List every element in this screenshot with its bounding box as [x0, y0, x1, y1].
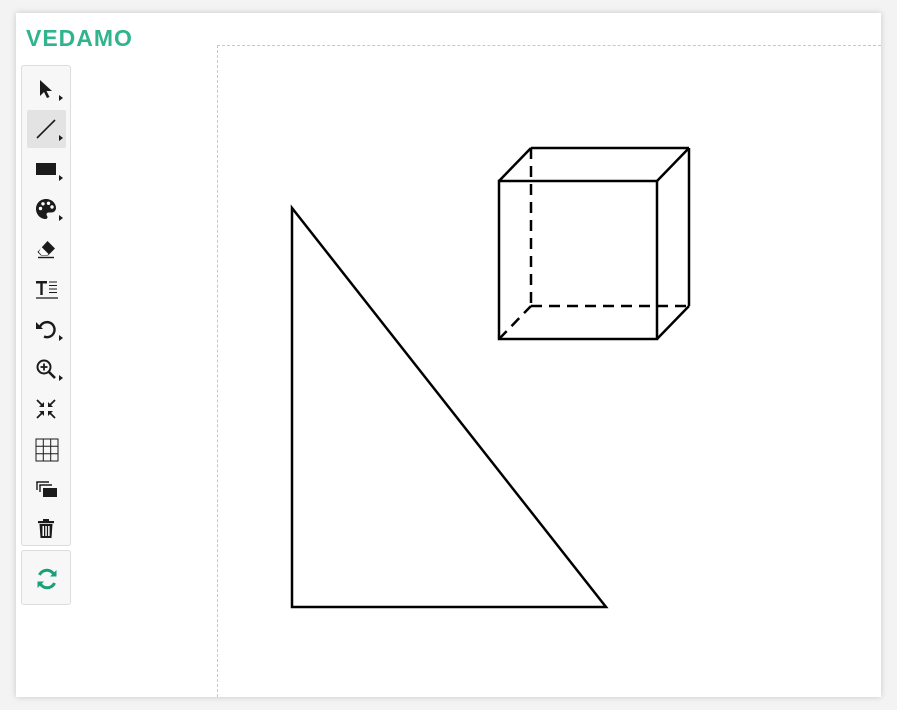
eraser-icon [37, 241, 55, 259]
submenu-caret-icon [59, 335, 63, 341]
undo-tool-button[interactable] [27, 310, 66, 348]
vedamo-logo: VEDAMO [26, 25, 133, 51]
sync-button[interactable] [27, 559, 66, 597]
undo-icon [36, 320, 56, 339]
grid-tool-button[interactable] [27, 430, 66, 468]
grid-icon [35, 438, 59, 462]
submenu-caret-icon [59, 215, 63, 221]
layers-tool-button[interactable] [27, 470, 66, 508]
submenu-caret-icon [59, 135, 63, 141]
eraser-tool-button[interactable] [27, 230, 66, 268]
pointer-tool-button[interactable] [27, 70, 66, 108]
color-tool-button[interactable] [27, 190, 66, 228]
whiteboard-app: VEDAMO [16, 13, 881, 697]
fit-screen-tool-button[interactable] [27, 390, 66, 428]
submenu-caret-icon [59, 375, 63, 381]
text-icon [36, 281, 58, 299]
layers-icon [36, 481, 57, 497]
rectangle-icon [36, 163, 56, 175]
trash-icon [38, 519, 54, 538]
line-tool-button[interactable] [27, 110, 66, 148]
text-tool-button[interactable] [27, 270, 66, 308]
pointer-icon [40, 80, 52, 98]
clear-tool-button[interactable] [27, 510, 66, 548]
collapse-icon [36, 399, 56, 419]
canvas-drawing [290, 146, 691, 609]
cube-shape[interactable] [497, 146, 691, 341]
zoom-tool-button[interactable] [27, 350, 66, 388]
zoom-in-icon [36, 359, 56, 379]
sync-icon [37, 568, 57, 590]
sync-toolbar [21, 550, 71, 605]
drawing-canvas[interactable] [217, 45, 881, 697]
right-triangle-shape[interactable] [290, 204, 609, 609]
submenu-caret-icon [59, 95, 63, 101]
palette-icon [36, 199, 56, 219]
submenu-caret-icon [59, 175, 63, 181]
line-icon [36, 119, 56, 139]
drawing-toolbar [21, 65, 71, 546]
rectangle-tool-button[interactable] [27, 150, 66, 188]
